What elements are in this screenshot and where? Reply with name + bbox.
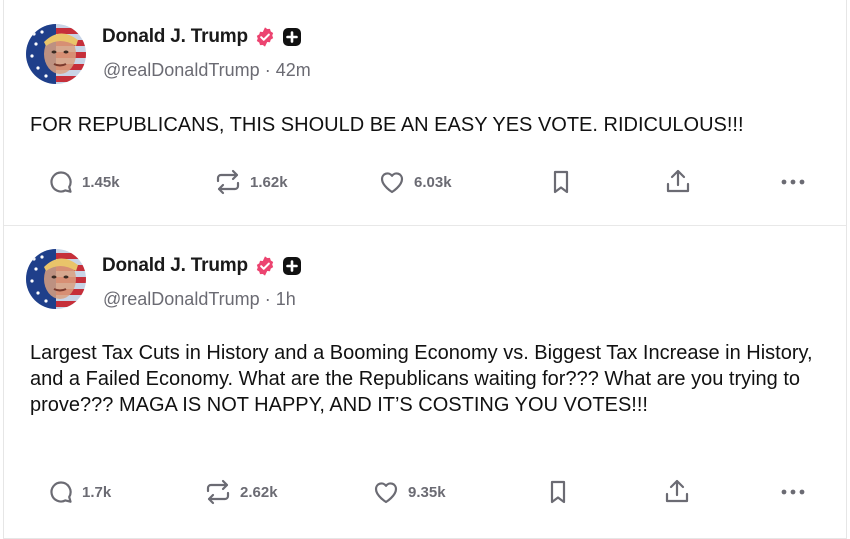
reply-count: 1.7k — [82, 483, 112, 501]
avatar[interactable] — [26, 24, 86, 84]
bookmark-icon — [547, 479, 569, 505]
author-row: Donald J. Trump — [102, 254, 302, 278]
verified-badge-icon — [254, 255, 276, 277]
author-row: Donald J. Trump — [102, 25, 302, 49]
plus-badge-icon — [282, 256, 302, 276]
repost-button[interactable]: 1.62k — [214, 167, 288, 197]
action-bar: 1.7k 2.62k 9.35k — [4, 477, 846, 507]
reply-count: 1.45k — [82, 173, 120, 191]
more-icon — [778, 169, 808, 195]
handle-row: @realDonaldTrump · 42m — [103, 60, 311, 81]
like-button[interactable]: 6.03k — [378, 167, 452, 197]
like-count: 6.03k — [414, 173, 452, 191]
bookmark-button[interactable] — [547, 477, 569, 507]
reply-button[interactable]: 1.45k — [48, 167, 120, 197]
reply-icon — [48, 169, 74, 195]
more-options-button[interactable] — [778, 477, 808, 507]
share-button[interactable] — [663, 477, 691, 507]
separator: · — [264, 60, 276, 80]
post-text: Largest Tax Cuts in History and a Boomin… — [30, 342, 813, 416]
bookmark-button[interactable] — [550, 167, 572, 197]
repost-count: 1.62k — [250, 173, 288, 191]
repost-icon — [214, 169, 242, 195]
author-handle[interactable]: @realDonaldTrump — [103, 289, 260, 309]
like-icon — [378, 169, 406, 195]
like-icon — [372, 479, 400, 505]
more-icon — [778, 479, 808, 505]
share-button[interactable] — [664, 167, 692, 197]
avatar[interactable] — [26, 249, 86, 309]
more-options-button[interactable] — [778, 167, 808, 197]
repost-button[interactable]: 2.62k — [204, 477, 278, 507]
post[interactable]: Donald J. Trump @realDonaldTrump · 42m F… — [4, 0, 846, 226]
author-name[interactable]: Donald J. Trump — [102, 26, 248, 48]
plus-badge-icon — [282, 27, 302, 47]
feed: Donald J. Trump @realDonaldTrump · 42m F… — [3, 0, 847, 539]
post-time[interactable]: 42m — [276, 60, 311, 80]
post-time[interactable]: 1h — [276, 289, 296, 309]
author-name[interactable]: Donald J. Trump — [102, 255, 248, 277]
separator: · — [264, 289, 276, 309]
handle-row: @realDonaldTrump · 1h — [103, 289, 296, 310]
share-icon — [664, 168, 692, 196]
bookmark-icon — [550, 169, 572, 195]
like-button[interactable]: 9.35k — [372, 477, 446, 507]
repost-count: 2.62k — [240, 483, 278, 501]
repost-icon — [204, 479, 232, 505]
post-text: FOR REPUBLICANS, THIS SHOULD BE AN EASY … — [30, 114, 744, 136]
verified-badge-icon — [254, 26, 276, 48]
reply-icon — [48, 479, 74, 505]
share-icon — [663, 478, 691, 506]
like-count: 9.35k — [408, 483, 446, 501]
reply-button[interactable]: 1.7k — [48, 477, 111, 507]
post[interactable]: Donald J. Trump @realDonaldTrump · 1h La… — [4, 226, 846, 539]
action-bar: 1.45k 1.62k 6.03k — [4, 167, 846, 197]
author-handle[interactable]: @realDonaldTrump — [103, 60, 260, 80]
